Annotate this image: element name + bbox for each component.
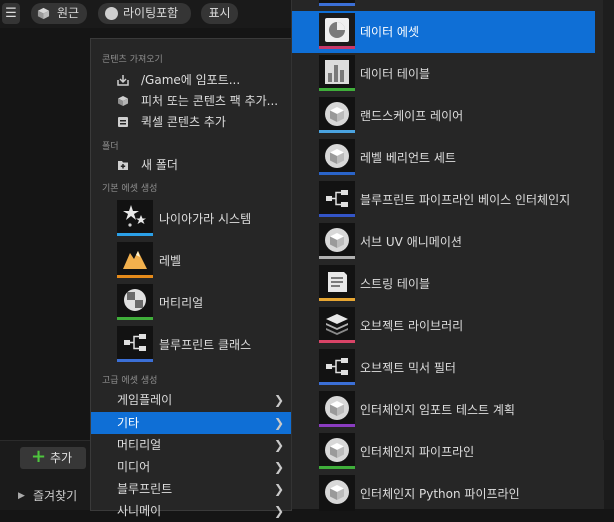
blueprint-icon — [319, 349, 355, 385]
cube-icon — [319, 391, 355, 427]
section-basic-assets: 기본 에셋 생성 — [102, 181, 162, 194]
submenu-item-landscape-layer[interactable]: 랜드스케이프 레이어 — [292, 95, 595, 137]
blueprint-icon — [319, 181, 355, 217]
section-import: 콘텐츠 가져오기 — [102, 52, 167, 65]
blueprint-icon — [319, 0, 355, 6]
submenu-item-string-table[interactable]: 스트링 테이블 — [292, 263, 595, 305]
submenu-item-interchange-pipeline[interactable]: 인터체인지 파이프라인 — [292, 431, 595, 473]
menu-item-media[interactable]: 미디어 ❯ — [91, 456, 291, 478]
menu-item-level[interactable]: 레벨 — [91, 240, 291, 282]
chevron-right-icon: ❯ — [274, 393, 285, 407]
add-content-menu: 콘텐츠 가져오기 /Game에 임포트... 피처 또는 콘텐츠 팩 추가...… — [90, 38, 292, 518]
submenu-item-interchange-import-test-plan[interactable]: 인터체인지 임포트 테스트 계획 — [292, 389, 595, 431]
cube-icon — [319, 433, 355, 469]
menu-item-new-folder[interactable]: 새 폴더 — [91, 154, 291, 176]
section-folder: 폴더 — [102, 139, 123, 152]
section-advanced-assets: 고급 에셋 생성 — [102, 373, 162, 386]
chevron-right-icon: ▶ — [18, 491, 25, 501]
favorites-label: 즐겨찾기 — [33, 489, 78, 503]
cube-icon — [319, 475, 355, 511]
level-icon — [117, 242, 153, 278]
cube-icon — [37, 7, 50, 20]
submenu-item-object-mixer-filter[interactable]: 오브젝트 믹서 필터 — [292, 347, 595, 389]
add-label: 추가 — [50, 451, 73, 465]
menu-item-animation[interactable]: 사니메이 ❯ — [91, 500, 291, 522]
perspective-button[interactable]: 원근 — [31, 3, 87, 24]
menu-item-niagara-system[interactable]: 나이아가라 시스템 — [91, 198, 291, 240]
plus-icon: + — [31, 446, 47, 467]
panel-edge — [603, 440, 614, 509]
string-table-icon — [319, 265, 355, 301]
menu-item-quixel[interactable]: 퀵셀 콘텐츠 추가 — [91, 111, 291, 133]
menu-item-content-pack[interactable]: 피처 또는 콘텐츠 팩 추가... — [91, 90, 291, 112]
cube-icon — [319, 139, 355, 175]
menu-item-materials[interactable]: 머티리얼 ❯ — [91, 434, 291, 456]
new-folder-icon — [118, 161, 128, 170]
chevron-right-icon: ❯ — [274, 482, 285, 496]
chevron-right-icon: ❯ — [274, 438, 285, 452]
hamburger-icon: ☰ — [5, 6, 17, 21]
show-label: 표시 — [208, 6, 231, 20]
submenu-item-level-variant-sets[interactable]: 레벨 베리언트 세트 — [292, 137, 595, 179]
data-asset-icon — [319, 13, 355, 49]
add-button[interactable]: + 추가 — [20, 446, 86, 469]
show-button[interactable]: 표시 — [201, 3, 238, 24]
menu-item-import[interactable]: /Game에 임포트... — [91, 69, 291, 91]
favorites-toggle[interactable]: ▶ 즐겨찾기 — [0, 484, 90, 509]
content-pack-icon — [118, 96, 128, 106]
submenu-item-sub-uv-animation[interactable]: 서브 UV 애니메이션 — [292, 221, 595, 263]
perspective-label: 원근 — [57, 6, 80, 20]
sphere-icon — [105, 7, 118, 20]
blueprint-icon — [117, 326, 153, 362]
chevron-right-icon: ❯ — [274, 460, 285, 474]
chevron-right-icon: ❯ — [274, 416, 285, 430]
submenu-scrollbar[interactable] — [603, 0, 614, 440]
niagara-icon — [117, 200, 153, 236]
object-library-icon — [319, 307, 355, 343]
lit-mode-button[interactable]: 라이팅포함 — [98, 3, 191, 24]
menu-item-misc[interactable]: 기타 ❯ — [91, 412, 291, 434]
menu-item-blueprint-class[interactable]: 블루프린트 클래스 — [91, 324, 291, 366]
submenu-item-data-table[interactable]: 데이터 테이블 — [292, 53, 595, 95]
submenu-item-blueprint-pipeline-base[interactable]: 블루프린트 파이프라인 베이스 인터체인지 — [292, 179, 595, 221]
misc-submenu: 데이터 에셋 데이터 테이블 랜드스케이프 레이어 레벨 베리언트 세트 블루프… — [291, 0, 604, 511]
material-icon — [117, 284, 153, 320]
menu-item-material[interactable]: 머티리얼 — [91, 282, 291, 324]
submenu-item-object-library[interactable]: 오브젝트 라이브러리 — [292, 305, 595, 347]
viewport-menu-button[interactable]: ☰ — [2, 3, 20, 24]
quixel-icon — [118, 117, 128, 127]
import-icon — [117, 75, 129, 86]
cube-icon — [319, 97, 355, 133]
viewport-toolbar: ☰ 원근 라이팅포함 표시 — [0, 0, 300, 28]
menu-item-gameplay[interactable]: 게임플레이 ❯ — [91, 389, 291, 411]
lit-mode-label: 라이팅포함 — [123, 6, 179, 20]
menu-item-blueprint[interactable]: 블루프린트 ❯ — [91, 478, 291, 500]
submenu-item-partial[interactable] — [292, 0, 595, 10]
submenu-item-data-asset[interactable]: 데이터 에셋 — [292, 11, 595, 53]
chevron-right-icon: ❯ — [274, 504, 285, 518]
cube-icon — [319, 223, 355, 259]
data-table-icon — [319, 55, 355, 91]
